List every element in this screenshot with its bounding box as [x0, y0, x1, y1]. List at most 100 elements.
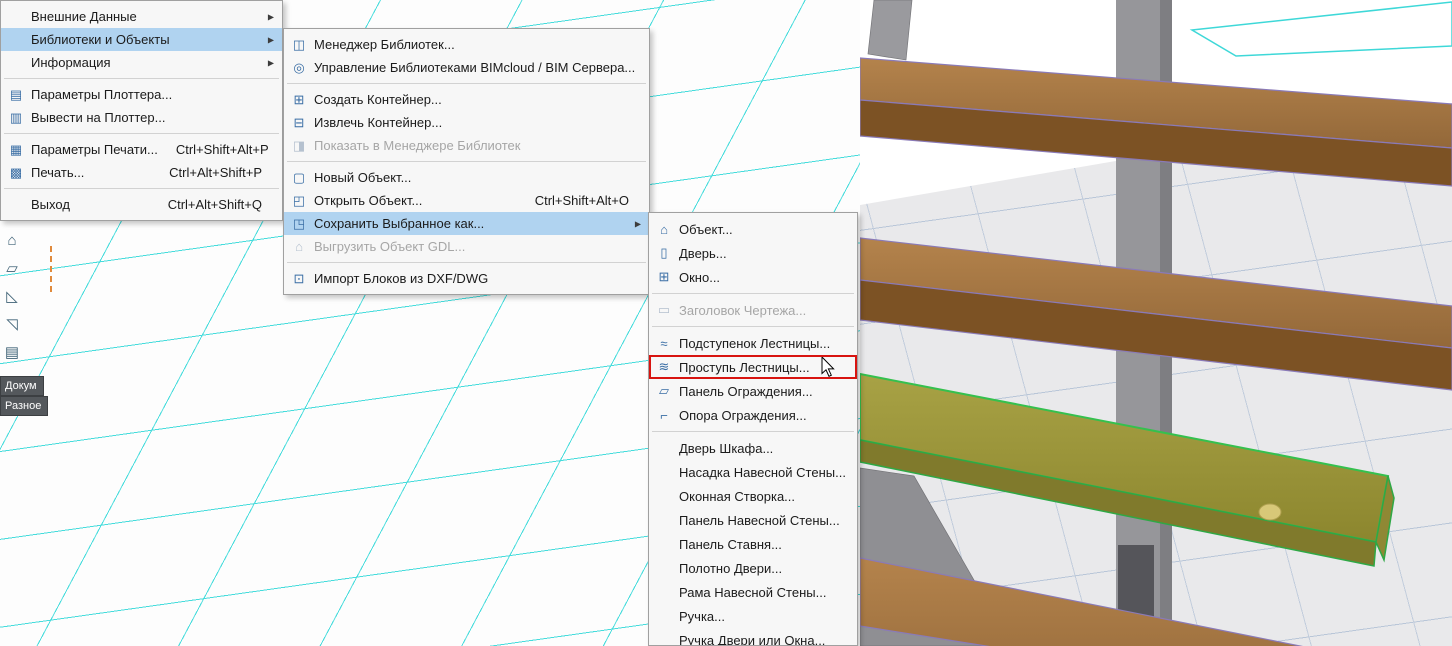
app-window: ▦ ◠ ◔ ⌂ ▱ ◺ ◹ ▤ Докум Разное Внешние Дан… — [0, 0, 1452, 646]
pebble-object[interactable] — [1259, 504, 1281, 520]
drawing-title-icon: ▭ — [653, 302, 675, 318]
menu-item-label: Панель Навесной Стены... — [675, 513, 840, 528]
menu-item-print-setup[interactable]: ▦ Параметры Печати... Ctrl+Shift+Alt+P — [1, 138, 282, 161]
menu-separator — [287, 161, 646, 162]
menu-item-label: Менеджер Библиотек... — [310, 37, 455, 52]
menu-item-object[interactable]: ⌂ Объект... — [649, 217, 857, 241]
menu-item-print[interactable]: ▩ Печать... Ctrl+Alt+Shift+P — [1, 161, 282, 184]
unload-gdl-icon: ⌂ — [288, 239, 310, 254]
menu-item-shortcut: Ctrl+Shift+Alt+O — [517, 193, 641, 208]
import-dxf-blocks-icon: ⊡ — [288, 271, 310, 287]
menu-item-label: Показать в Менеджере Библиотек — [310, 138, 520, 153]
menu-item-curtain-wall-panel[interactable]: Панель Навесной Стены... — [649, 508, 857, 532]
menu-separator — [652, 431, 854, 432]
menu-item-label: Оконная Створка... — [675, 489, 795, 504]
menu-item-label: Объект... — [675, 222, 733, 237]
toolbox-tool-icon[interactable]: ◺ — [0, 282, 24, 310]
toolbox-tool-icon[interactable]: ▱ — [0, 254, 24, 282]
new-object-icon: ▢ — [288, 170, 310, 186]
railing-panel-icon: ▱ — [653, 383, 675, 399]
menu-item-label: Выход — [27, 197, 70, 212]
menu-item-label: Внешние Данные — [27, 9, 137, 24]
menu-item-show-in-library-manager: ◨ Показать в Менеджере Библиотек — [284, 134, 649, 157]
origin-marker — [50, 246, 52, 292]
menu-item-cabinet-door[interactable]: Дверь Шкафа... — [649, 436, 857, 460]
menu-item-label: Вывести на Плоттер... — [27, 110, 165, 125]
menu-item-shortcut: Ctrl+Shift+Alt+P — [158, 142, 281, 157]
menu-item-shortcut: Ctrl+Alt+Shift+Q — [150, 197, 274, 212]
submenu-arrow-icon: ▶ — [635, 219, 641, 229]
menu-item-label: Проступь Лестницы... — [675, 360, 810, 375]
menu-item-external-data[interactable]: Внешние Данные ▶ — [1, 5, 282, 28]
menu-item-library-manager[interactable]: ◫ Менеджер Библиотек... — [284, 33, 649, 56]
stair-3d-scene — [860, 0, 1452, 646]
create-container-icon: ⊞ — [288, 92, 310, 108]
menu-item-label: Опора Ограждения... — [675, 408, 807, 423]
menu-item-save-selected-as[interactable]: ◳ Сохранить Выбранное как... ▶ — [284, 212, 649, 235]
menu-item-window-sash[interactable]: Оконная Створка... — [649, 484, 857, 508]
submenu-arrow-icon: ▶ — [268, 12, 274, 22]
menu-item-label: Ручка... — [675, 609, 725, 624]
menu-item-shutter-panel[interactable]: Панель Ставня... — [649, 532, 857, 556]
sidebar-tab-document[interactable]: Докум — [0, 376, 44, 396]
menu-item-door-window-handle[interactable]: Ручка Двери или Окна... — [649, 628, 857, 646]
menu-item-label: Новый Объект... — [310, 170, 411, 185]
menu-item-handle[interactable]: Ручка... — [649, 604, 857, 628]
menu-item-exit[interactable]: Выход Ctrl+Alt+Shift+Q — [1, 193, 282, 216]
menu-item-libraries-and-objects[interactable]: Библиотеки и Объекты ▶ — [1, 28, 282, 51]
3d-view[interactable] — [860, 0, 1452, 646]
menu-item-label: Сохранить Выбранное как... — [310, 216, 484, 231]
plotter-output-icon: ▥ — [5, 110, 27, 126]
menu-item-label: Извлечь Контейнер... — [310, 115, 442, 130]
menu-item-window[interactable]: ⊞ Окно... — [649, 265, 857, 289]
menu-item-new-object[interactable]: ▢ Новый Объект... — [284, 166, 649, 189]
menu-item-curtain-wall-frame[interactable]: Рама Навесной Стены... — [649, 580, 857, 604]
menu-item-plot[interactable]: ▥ Вывести на Плоттер... — [1, 106, 282, 129]
submenu-arrow-icon: ▶ — [268, 58, 274, 68]
menu-item-plotter-setup[interactable]: ▤ Параметры Плоттера... — [1, 83, 282, 106]
menu-item-label: Параметры Печати... — [27, 142, 158, 157]
menu-separator — [652, 326, 854, 327]
toolbox-tool-icon[interactable]: ◹ — [0, 310, 24, 338]
menu-item-label: Полотно Двери... — [675, 561, 782, 576]
menu-separator — [652, 293, 854, 294]
menu-separator — [287, 262, 646, 263]
open-object-icon: ◰ — [288, 193, 310, 209]
menu-item-label: Насадка Навесной Стены... — [675, 465, 846, 480]
menu-separator — [4, 133, 279, 134]
menu-item-information[interactable]: Информация ▶ — [1, 51, 282, 74]
menu-item-railing-panel[interactable]: ▱ Панель Ограждения... — [649, 379, 857, 403]
mouse-cursor-icon — [821, 357, 837, 379]
menu-separator — [4, 78, 279, 79]
menu-item-label: Импорт Блоков из DXF/DWG — [310, 271, 488, 286]
menu-item-shortcut: Ctrl+Alt+Shift+P — [151, 165, 274, 180]
menu-item-create-container[interactable]: ⊞ Создать Контейнер... — [284, 88, 649, 111]
menu-separator — [4, 188, 279, 189]
menu-item-extract-container[interactable]: ⊟ Извлечь Контейнер... — [284, 111, 649, 134]
submenu-arrow-icon: ▶ — [268, 35, 274, 45]
toolbox-tool-icon[interactable]: ⌂ — [0, 226, 24, 254]
menu-item-label: Открыть Объект... — [310, 193, 422, 208]
menu-item-label: Библиотеки и Объекты — [27, 32, 170, 47]
menu-item-railing-post[interactable]: ⌐ Опора Ограждения... — [649, 403, 857, 427]
menu-item-stair-riser[interactable]: ≈ Подступенок Лестницы... — [649, 331, 857, 355]
menu-item-label: Информация — [27, 55, 111, 70]
menu-item-label: Ручка Двери или Окна... — [675, 633, 825, 646]
menu-item-open-object[interactable]: ◰ Открыть Объект... Ctrl+Shift+Alt+O — [284, 189, 649, 212]
menu-item-curtain-wall-accessory[interactable]: Насадка Навесной Стены... — [649, 460, 857, 484]
library-manager-icon: ◫ — [288, 37, 310, 53]
toolbox-tool-icon[interactable]: ▤ — [0, 338, 24, 366]
menu-item-drawing-title: ▭ Заголовок Чертежа... — [649, 298, 857, 322]
menu-item-label: Панель Ограждения... — [675, 384, 813, 399]
menu-item-label: Параметры Плоттера... — [27, 87, 172, 102]
menu-separator — [287, 83, 646, 84]
menu-item-import-dxf-blocks[interactable]: ⊡ Импорт Блоков из DXF/DWG — [284, 267, 649, 290]
menu-item-label: Выгрузить Объект GDL... — [310, 239, 465, 254]
print-icon: ▩ — [5, 165, 27, 181]
menu-item-unload-gdl-object: ⌂ Выгрузить Объект GDL... — [284, 235, 649, 258]
menu-item-door-leaf[interactable]: Полотно Двери... — [649, 556, 857, 580]
sidebar-tab-misc[interactable]: Разное — [0, 396, 48, 416]
menu-item-bimcloud-libraries[interactable]: ◎ Управление Библиотеками BIMcloud / BIM… — [284, 56, 649, 79]
show-in-library-manager-icon: ◨ — [288, 138, 310, 154]
menu-item-door[interactable]: ▯ Дверь... — [649, 241, 857, 265]
